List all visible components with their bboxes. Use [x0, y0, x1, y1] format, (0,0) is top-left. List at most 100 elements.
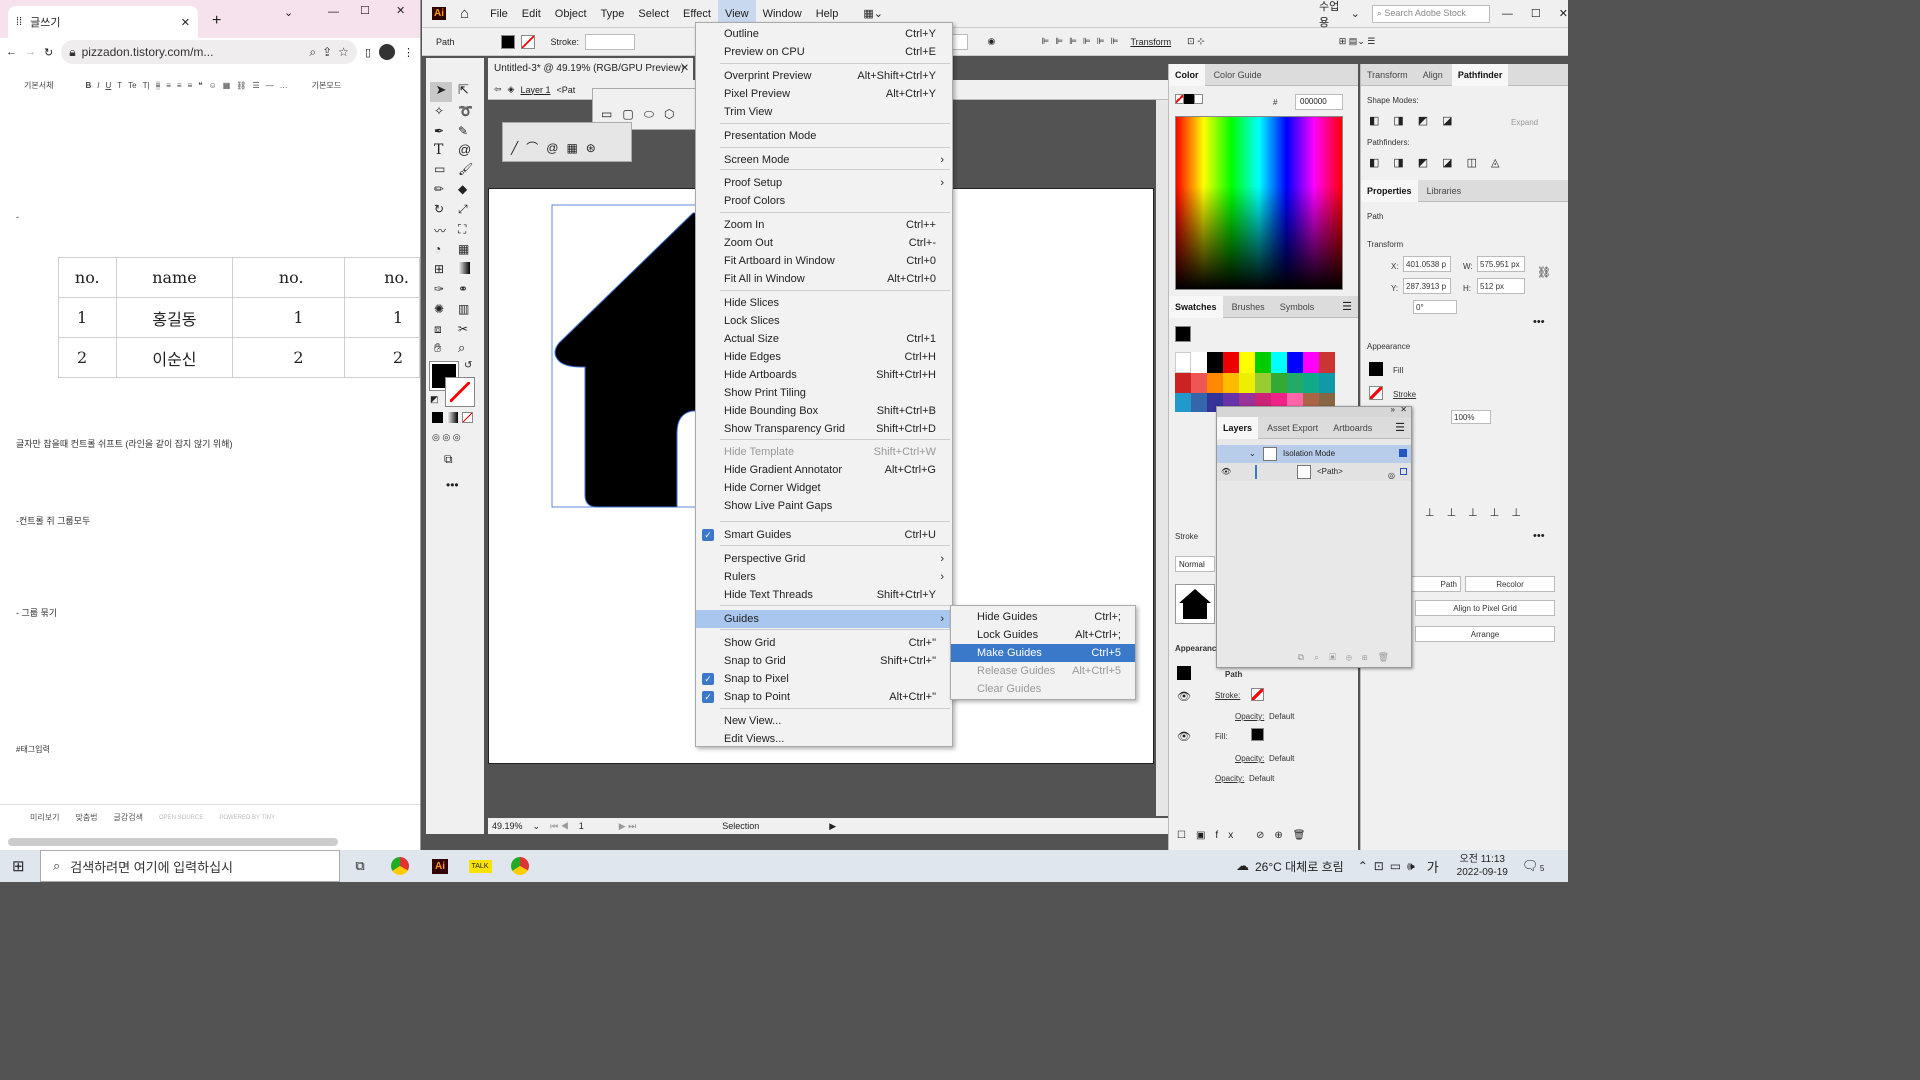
w-input[interactable]: 575.951 px: [1477, 256, 1525, 272]
view-menu-perspective-grid[interactable]: Perspective Grid ›: [696, 550, 952, 568]
table-cell[interactable]: 2: [58, 337, 117, 378]
perspective-icon[interactable]: ▦: [458, 242, 469, 256]
view-menu-trim-view[interactable]: Trim View: [696, 103, 952, 121]
sidepanel-icon[interactable]: ▯: [365, 46, 371, 59]
fill-swatch[interactable]: [1369, 362, 1383, 376]
transform-link[interactable]: Transform: [1130, 37, 1171, 47]
view-menu-snap-to-grid[interactable]: Snap to Grid Shift+Ctrl+": [696, 652, 952, 670]
symbol-sprayer-icon[interactable]: ✺: [434, 302, 444, 316]
text-bg-button[interactable]: T|: [143, 81, 150, 90]
shaper-icon[interactable]: ✏︎: [434, 182, 444, 196]
more-options-icon[interactable]: •••: [1533, 316, 1545, 328]
view-menu-hide-gradient-annotator[interactable]: Hide Gradient Annotator Alt+Ctrl+G: [696, 461, 952, 479]
document-tab[interactable]: Untitled-3* @ 49.19% (RGB/GPU Preview) ✕: [488, 58, 693, 80]
table-cell[interactable]: name: [115, 257, 234, 298]
window-min-icon[interactable]: —: [1502, 8, 1513, 20]
view-menu-preview-on-cpu[interactable]: Preview on CPU Ctrl+E: [696, 43, 952, 61]
chrome-icon[interactable]: [380, 850, 420, 882]
view-menu-fit-artboard-in-window[interactable]: Fit Artboard in Window Ctrl+0: [696, 252, 952, 270]
lasso-icon[interactable]: ➰: [458, 104, 473, 118]
star-icon[interactable]: ☆: [338, 45, 349, 59]
tab-layers[interactable]: Layers: [1217, 417, 1259, 439]
task-view-icon[interactable]: ⧉: [340, 850, 380, 882]
align-center-icon[interactable]: ≡: [166, 81, 171, 90]
breadcrumb-path[interactable]: <Pat: [557, 85, 576, 95]
user-select[interactable]: 수업용: [1319, 0, 1345, 30]
table-cell[interactable]: 1: [232, 297, 345, 338]
constrain-icon[interactable]: ⛓: [1537, 266, 1551, 279]
table-cell[interactable]: 2: [343, 337, 421, 378]
back-icon[interactable]: ←: [6, 46, 17, 58]
view-menu-snap-to-pixel[interactable]: ✓ Snap to Pixel: [696, 670, 952, 688]
target-icon[interactable]: [1399, 449, 1407, 457]
recolor-button[interactable]: Recolor: [1465, 576, 1555, 592]
view-menu-proof-colors[interactable]: Proof Colors: [696, 192, 952, 210]
spiral-icon[interactable]: @: [458, 142, 471, 157]
font-select[interactable]: 기본서체: [24, 80, 53, 91]
status-arrow-icon[interactable]: ▶: [829, 821, 836, 832]
stroke-panel-label[interactable]: Stroke: [1175, 532, 1198, 541]
table-cell[interactable]: 홍길동: [115, 297, 234, 338]
arc-tool-icon[interactable]: ⌒: [526, 141, 546, 155]
selection-tool-icon[interactable]: ➤: [430, 82, 452, 102]
view-menu-fit-all-in-window[interactable]: Fit All in Window Alt+Ctrl+0: [696, 270, 952, 288]
stroke-box[interactable]: [445, 377, 475, 407]
taskbar-search[interactable]: ⌕ 검색하려면 여기에 입력하십시: [40, 850, 340, 882]
color-mode-icons[interactable]: [432, 412, 473, 423]
mode-select[interactable]: 기본모드: [312, 80, 341, 91]
opacity-label[interactable]: Opacity:: [1235, 754, 1264, 763]
tray-icons[interactable]: ⌃⊡▭🕪︎: [1358, 859, 1421, 874]
tab-swatches[interactable]: Swatches: [1169, 296, 1223, 318]
view-menu-show-grid[interactable]: Show Grid Ctrl+": [696, 634, 952, 652]
tab-brushes[interactable]: Brushes: [1226, 296, 1271, 318]
view-menu-guides[interactable]: Guides ›: [696, 610, 952, 628]
view-menu-outline[interactable]: Outline Ctrl+Y: [696, 25, 952, 43]
tab-asset-export[interactable]: Asset Export: [1261, 417, 1324, 439]
view-menu-hide-bounding-box[interactable]: Hide Bounding Box Shift+Ctrl+B: [696, 402, 952, 420]
spellcheck-button[interactable]: 맞춤법: [75, 812, 97, 823]
view-menu-edit-views[interactable]: Edit Views...: [696, 730, 952, 748]
swatch-fill-indicator[interactable]: [1175, 326, 1191, 342]
stroke-swatch[interactable]: [520, 34, 535, 49]
menu-object[interactable]: Object: [548, 0, 594, 28]
gradient-mode-icon[interactable]: [447, 412, 458, 423]
isolate-icon[interactable]: ⊡ ⊹: [1187, 36, 1205, 47]
stock-search[interactable]: ⌕ Search Adobe Stock: [1371, 4, 1490, 23]
view-menu-new-view[interactable]: New View...: [696, 712, 952, 730]
tab-color[interactable]: Color: [1169, 64, 1205, 86]
arrange-button[interactable]: Arrange: [1415, 626, 1555, 642]
screen-mode-icon[interactable]: ⧉: [444, 452, 453, 467]
stroke-swatch[interactable]: [1369, 386, 1383, 400]
italic-button[interactable]: I: [97, 81, 99, 90]
rectangle-icon[interactable]: ▭: [434, 162, 445, 176]
table-cell[interactable]: 2: [232, 337, 345, 378]
material-search-button[interactable]: 글감검색: [114, 812, 143, 823]
tab-align[interactable]: Align: [1417, 64, 1449, 86]
polygon-icon[interactable]: ⬡: [664, 107, 684, 121]
maximize-icon[interactable]: ☐: [1531, 7, 1541, 20]
eye-icon[interactable]: 👁︎: [1177, 730, 1191, 743]
layers-footer-icons[interactable]: ⧉⌕▣⊕⊞🗑︎: [1298, 652, 1399, 662]
artboard-number[interactable]: 1: [579, 821, 609, 831]
breadcrumb-layer[interactable]: Layer 1: [520, 85, 550, 95]
preview-button[interactable]: 미리보기: [30, 812, 59, 823]
panel-gripper[interactable]: » ✕: [1217, 405, 1411, 417]
align-right-icon[interactable]: ≡: [177, 81, 182, 90]
expand-button[interactable]: Expand: [1511, 118, 1538, 127]
eyedropper-icon[interactable]: ✑: [434, 282, 444, 296]
blend-icon[interactable]: ⚭: [458, 282, 468, 296]
kakaotalk-icon[interactable]: TALK: [460, 850, 500, 882]
guides-menu-hide-guides[interactable]: Hide Guides Ctrl+;: [951, 608, 1135, 626]
isolation-row[interactable]: ⌄ Isolation Mode: [1217, 445, 1411, 463]
table-cell[interactable]: no.: [232, 257, 345, 298]
underline-button[interactable]: U: [105, 81, 111, 90]
pen-icon[interactable]: ✒: [434, 124, 444, 138]
guides-menu-make-guides[interactable]: Make Guides Ctrl+5: [951, 644, 1135, 662]
menu-type[interactable]: Type: [594, 0, 632, 28]
view-menu-hide-edges[interactable]: Hide Edges Ctrl+H: [696, 348, 952, 366]
blend-mode-select[interactable]: Normal: [1175, 556, 1215, 572]
color-icon[interactable]: [432, 412, 443, 423]
new-tab-icon[interactable]: +: [212, 12, 221, 30]
quote-icon[interactable]: ❝: [198, 81, 202, 90]
view-menu-lock-slices[interactable]: Lock Slices: [696, 312, 952, 330]
